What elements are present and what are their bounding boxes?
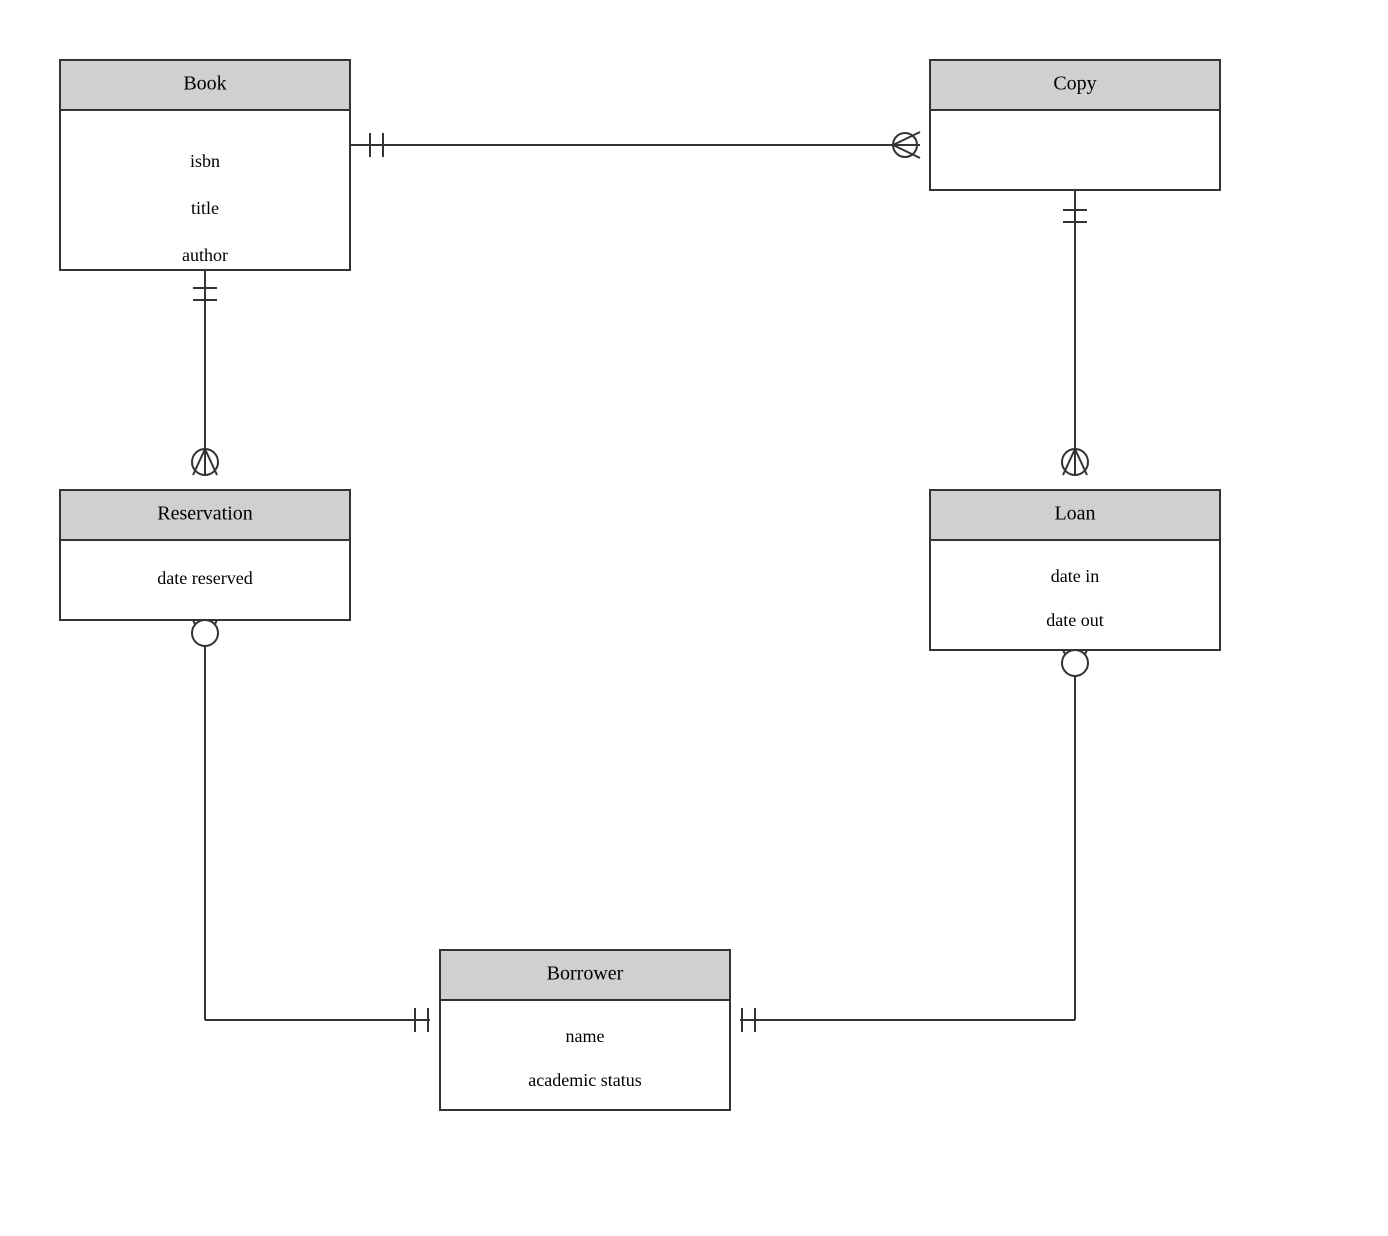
borrower-title: Borrower [547, 963, 624, 985]
book-copy-connector [350, 132, 920, 158]
reservation-title: Reservation [157, 503, 253, 525]
book-entity: Book isbn title author [60, 60, 350, 270]
reservation-entity: Reservation date reserved [60, 490, 350, 620]
loan-attr-date-in: date in [1051, 566, 1099, 586]
book-attr-title: title [191, 198, 219, 218]
copy-loan-connector [1062, 190, 1088, 475]
loan-borrower-connector [740, 650, 1088, 1032]
diagram-container: Book isbn title author Copy Reservation … [0, 0, 1388, 1236]
reservation-borrower-connector [192, 620, 430, 1032]
book-attr-isbn: isbn [190, 151, 220, 171]
loan-title: Loan [1054, 503, 1095, 525]
loan-attr-date-out: date out [1046, 610, 1103, 630]
book-reservation-connector [192, 270, 218, 475]
reservation-attr-date: date reserved [157, 568, 252, 588]
book-attr-author: author [182, 245, 228, 265]
copy-entity: Copy [930, 60, 1220, 190]
copy-title: Copy [1053, 73, 1096, 95]
borrower-attr-academic: academic status [528, 1070, 641, 1090]
book-title: Book [183, 73, 226, 95]
borrower-attr-name: name [566, 1026, 605, 1046]
loan-entity: Loan date in date out [930, 490, 1220, 650]
borrower-entity: Borrower name academic status [440, 950, 730, 1110]
